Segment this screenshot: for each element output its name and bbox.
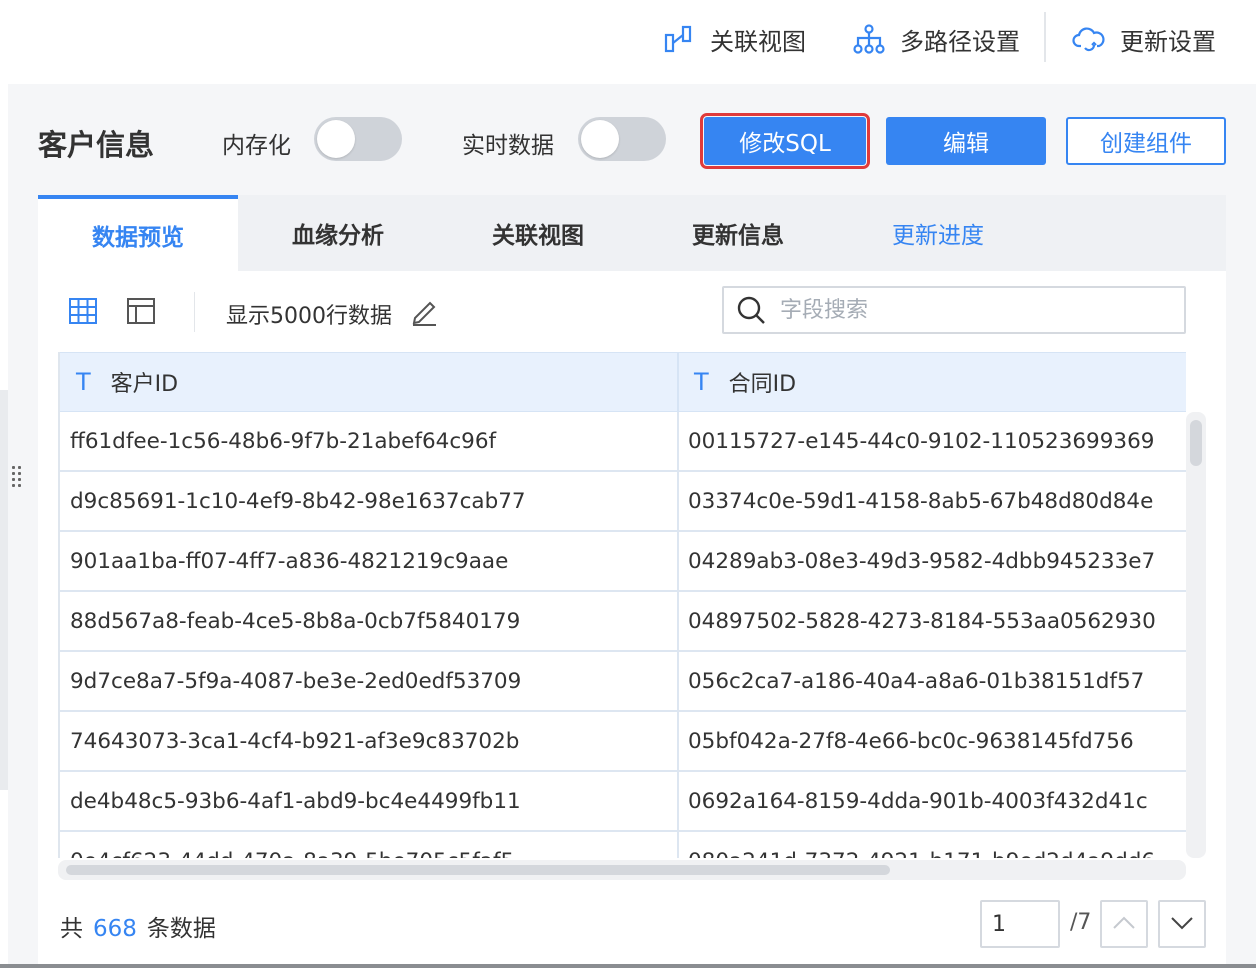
layout-view-icon[interactable] <box>126 296 156 326</box>
total-count: 668 <box>93 916 137 942</box>
column-divider[interactable] <box>677 353 679 411</box>
relation-view-icon <box>662 22 696 56</box>
multipath-settings-action[interactable]: 多路径设置 <box>852 18 1020 60</box>
realtime-toggle[interactable] <box>578 117 666 161</box>
search-input[interactable] <box>780 297 1160 323</box>
column-header-customer-id[interactable]: T 客户ID <box>76 353 178 411</box>
multipath-icon <box>852 22 886 56</box>
relation-view-label: 关联视图 <box>710 27 806 56</box>
tab-relation-view[interactable]: 关联视图 <box>438 195 638 271</box>
table-row: 901aa1ba-ff07-4ff7-a836-4821219c9aae 042… <box>60 532 1186 592</box>
table-header: T 客户ID T 合同ID <box>60 352 1186 412</box>
customer-id-cell[interactable]: 9d7ce8a7-5f9a-4087-be3e-2ed0edf53709 <box>70 652 521 710</box>
contract-id-cell[interactable]: 04897502-5828-4273-8184-553aa0562930 <box>688 592 1156 650</box>
total-prefix: 共 <box>60 916 83 942</box>
modify-sql-button[interactable]: 修改SQL <box>700 113 870 169</box>
page-title: 客户信息 <box>38 128 155 162</box>
table-row: de4b48c5-93b6-4af1-abd9-bc4e4499fb11 069… <box>60 772 1186 832</box>
chevron-down-icon <box>1170 915 1194 934</box>
contract-id-cell[interactable]: 00115727-e145-44c0-9102-110523699369 <box>688 412 1154 470</box>
customer-id-cell[interactable]: ff61dfee-1c56-48b6-9f7b-21abef64c96f <box>70 412 496 470</box>
column-divider <box>677 652 679 710</box>
customer-id-cell[interactable]: 88d567a8-feab-4ce5-8b8a-0cb7f5840179 <box>70 592 520 650</box>
create-component-button[interactable]: 创建组件 <box>1066 117 1226 165</box>
update-settings-action[interactable]: 更新设置 <box>1072 18 1216 60</box>
table-row: 9d7ce8a7-5f9a-4087-be3e-2ed0edf53709 056… <box>60 652 1186 712</box>
memory-toggle[interactable] <box>314 117 402 161</box>
tab-data-preview[interactable]: 数据预览 <box>38 195 238 271</box>
column-divider <box>677 832 679 858</box>
update-settings-label: 更新设置 <box>1120 27 1216 56</box>
column-header-label: 客户ID <box>110 372 179 397</box>
column-header-label: 合同ID <box>728 372 797 397</box>
toggle-knob <box>317 120 355 158</box>
tab-bar: 数据预览 血缘分析 关联视图 更新信息 更新进度 <box>38 195 1226 271</box>
tab-update-info[interactable]: 更新信息 <box>638 195 838 271</box>
left-resize-strip[interactable] <box>0 390 8 790</box>
total-records: 共 668 条数据 <box>60 909 216 943</box>
contract-id-cell[interactable]: 056c2ca7-a186-40a4-a8a6-01b38151df57 <box>688 652 1144 710</box>
page-number-input[interactable] <box>980 900 1060 948</box>
data-table: T 客户ID T 合同ID ff61dfee-1c56-48b6-9f7b-21… <box>58 352 1186 858</box>
customer-id-cell[interactable]: 901aa1ba-ff07-4ff7-a836-4821219c9aae <box>70 532 508 590</box>
search-icon <box>736 295 766 325</box>
toolbar-separator <box>194 292 195 332</box>
column-divider <box>677 472 679 530</box>
table-row: d9c85691-1c10-4ef9-8b42-98e1637cab77 033… <box>60 472 1186 532</box>
relation-view-action[interactable]: 关联视图 <box>662 18 806 60</box>
multipath-settings-label: 多路径设置 <box>900 27 1020 56</box>
column-divider <box>677 412 679 470</box>
contract-id-cell[interactable]: 080a241d-7372-4921-b171-b9ed2d4a9dd6 <box>688 832 1155 859</box>
field-search[interactable] <box>722 286 1186 334</box>
column-divider <box>677 592 679 650</box>
customer-id-cell[interactable]: d9c85691-1c10-4ef9-8b42-98e1637cab77 <box>70 472 526 530</box>
table-row: ff61dfee-1c56-48b6-9f7b-21abef64c96f 001… <box>60 412 1186 472</box>
grid-view-icon[interactable] <box>68 296 98 326</box>
contract-id-cell[interactable]: 05bf042a-27f8-4e66-bc0c-9638145fd756 <box>688 712 1134 770</box>
contract-id-cell[interactable]: 04289ab3-08e3-49d3-9582-4dbb945233e7 <box>688 532 1155 590</box>
edit-pencil-icon[interactable] <box>410 296 438 326</box>
drag-handle-icon[interactable] <box>12 464 24 494</box>
page-total: /7 <box>1070 910 1092 935</box>
text-type-icon: T <box>694 368 709 396</box>
tab-lineage-analysis[interactable]: 血缘分析 <box>238 195 438 271</box>
text-type-icon: T <box>76 368 91 396</box>
memory-switch-label: 内存化 <box>222 133 291 159</box>
vertical-scrollbar[interactable] <box>1186 412 1206 858</box>
vertical-scroll-thumb[interactable] <box>1190 420 1202 466</box>
horizontal-scrollbar[interactable] <box>58 860 1186 880</box>
toolbar-divider <box>1044 12 1046 62</box>
contract-id-cell[interactable]: 03374c0e-59d1-4158-8ab5-67b48d80d84e <box>688 472 1153 530</box>
chevron-up-icon <box>1112 915 1136 934</box>
edit-button[interactable]: 编辑 <box>886 117 1046 165</box>
top-toolbar: 关联视图 多路径设置 更新设置 <box>0 0 1256 84</box>
column-divider <box>677 712 679 770</box>
table-row: 88d567a8-feab-4ce5-8b8a-0cb7f5840179 048… <box>60 592 1186 652</box>
table-row: 0e4cf623-44dd-470a-8a39-5be705c5faf5 080… <box>60 832 1186 858</box>
total-suffix: 条数据 <box>146 916 216 942</box>
customer-id-cell[interactable]: 0e4cf623-44dd-470a-8a39-5be705c5faf5 <box>70 832 514 859</box>
column-divider <box>677 532 679 590</box>
column-header-contract-id[interactable]: T 合同ID <box>694 353 796 411</box>
cloud-refresh-icon <box>1072 22 1106 56</box>
customer-id-cell[interactable]: 74643073-3ca1-4cf4-b921-af3e9c83702b <box>70 712 519 770</box>
toggle-knob <box>581 120 619 158</box>
table-row: 74643073-3ca1-4cf4-b921-af3e9c83702b 05b… <box>60 712 1186 772</box>
column-divider <box>677 772 679 830</box>
prev-page-button[interactable] <box>1100 900 1148 948</box>
realtime-switch-label: 实时数据 <box>462 133 554 159</box>
tab-update-progress[interactable]: 更新进度 <box>838 195 1038 271</box>
customer-id-cell[interactable]: de4b48c5-93b6-4af1-abd9-bc4e4499fb11 <box>70 772 521 830</box>
next-page-button[interactable] <box>1158 900 1206 948</box>
bottom-edge <box>0 964 1256 968</box>
horizontal-scroll-thumb[interactable] <box>66 865 890 875</box>
rows-count-text: 显示5000行数据 <box>226 304 392 329</box>
contract-id-cell[interactable]: 0692a164-8159-4dda-901b-4003f432d41c <box>688 772 1148 830</box>
